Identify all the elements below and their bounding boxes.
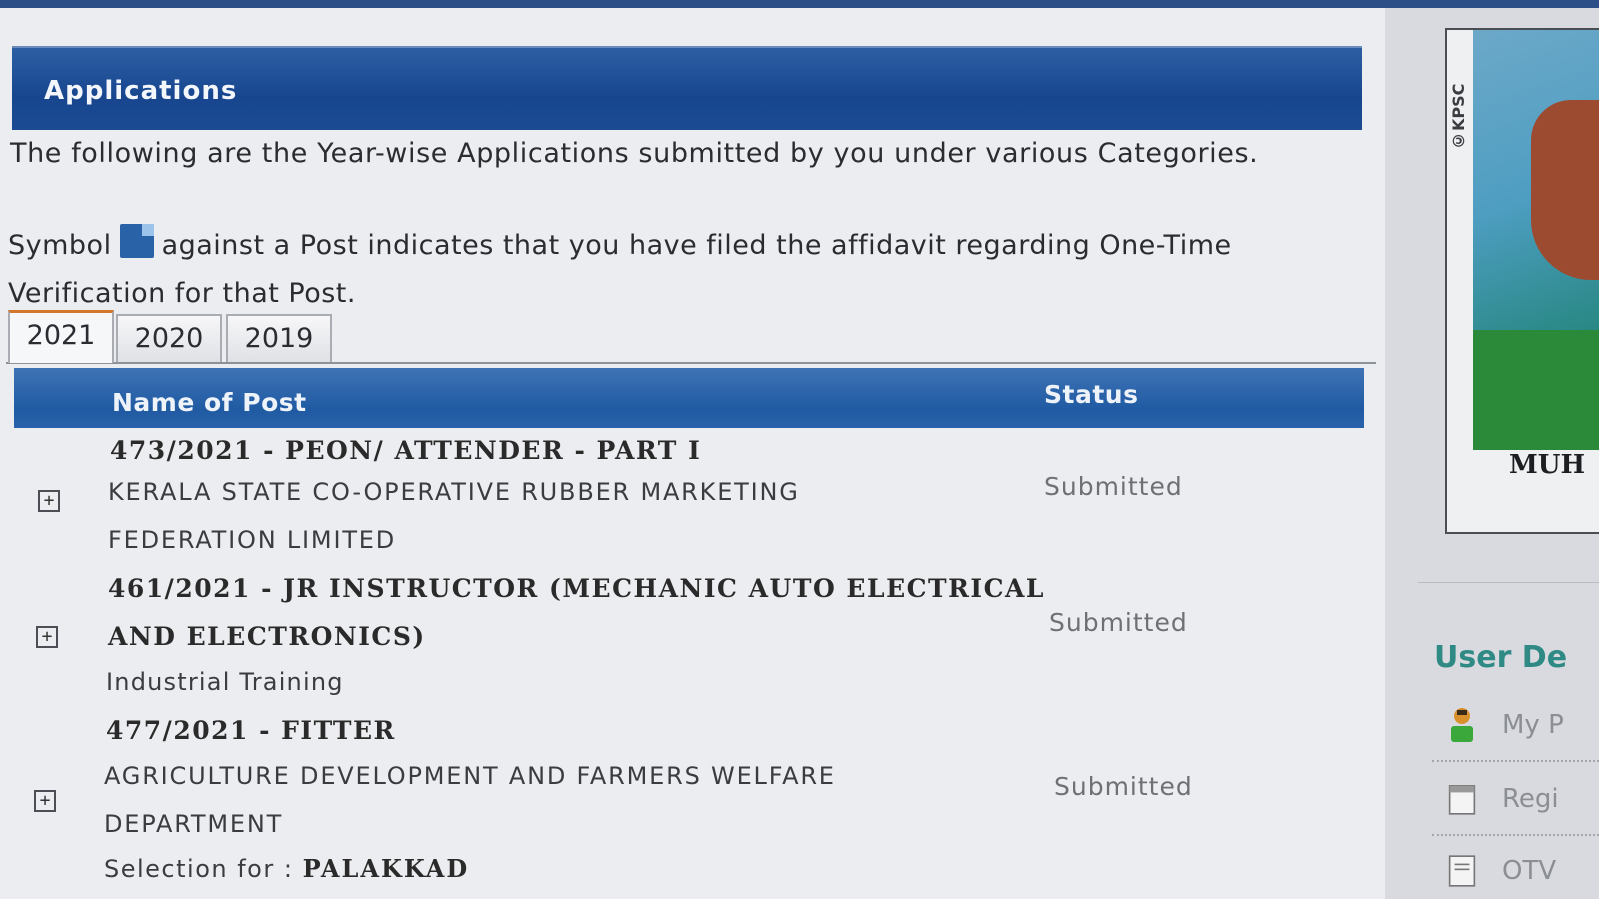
sidebar-item-label: My P bbox=[1502, 710, 1564, 740]
year-tabs: 2021 2020 2019 bbox=[6, 310, 1376, 364]
intro-text: The following are the Year-wise Applicat… bbox=[10, 138, 1259, 169]
tab-2020[interactable]: 2020 bbox=[116, 314, 222, 362]
calendar-icon bbox=[1448, 784, 1476, 815]
post-title: 477/2021 - FITTER bbox=[106, 716, 396, 745]
department-line: KERALA STATE CO-OPERATIVE RUBBER MARKETI… bbox=[108, 478, 800, 506]
post-title: 461/2021 - JR INSTRUCTOR (MECHANIC AUTO … bbox=[108, 574, 1045, 603]
menu-divider bbox=[1432, 834, 1599, 836]
selection-district: PALAKKAD bbox=[302, 854, 470, 883]
symbol-suffix: against a Post indicates that you have f… bbox=[8, 230, 1232, 309]
table-row: + 477/2021 - FITTER AGRICULTURE DEVELOPM… bbox=[14, 714, 1364, 899]
user-details-heading: User De bbox=[1434, 640, 1568, 675]
status-text: Submitted bbox=[1054, 772, 1193, 801]
expand-row-icon[interactable]: + bbox=[38, 490, 60, 512]
sidebar-item-my-profile[interactable]: My P bbox=[1444, 702, 1599, 750]
tab-2019[interactable]: 2019 bbox=[226, 314, 332, 362]
expand-row-icon[interactable]: + bbox=[34, 790, 56, 812]
user-icon bbox=[1451, 708, 1473, 742]
affidavit-document-icon bbox=[119, 224, 154, 258]
profile-photo-card: ©KPSC MUH bbox=[1445, 28, 1599, 534]
department-line: AGRICULTURE DEVELOPMENT AND FARMERS WELF… bbox=[104, 762, 836, 790]
status-text: Submitted bbox=[1049, 608, 1188, 637]
page-title: Applications bbox=[44, 76, 238, 106]
profile-photo bbox=[1473, 30, 1599, 450]
menu-divider bbox=[1432, 760, 1599, 762]
table-row: + 473/2021 - PEON/ ATTENDER - PART I KER… bbox=[14, 432, 1364, 562]
sidebar-item-registration[interactable]: Regi bbox=[1444, 776, 1599, 824]
symbol-explanation: Symbol against a Post indicates that you … bbox=[8, 222, 1328, 318]
post-title-continued: AND ELECTRONICS) bbox=[108, 622, 426, 651]
department-line: DEPARTMENT bbox=[104, 810, 284, 838]
profile-name: MUH bbox=[1509, 450, 1586, 480]
selection-line: Selection for : PALAKKAD bbox=[104, 854, 469, 883]
column-header-status: Status bbox=[1044, 380, 1139, 409]
sidebar-item-label: Regi bbox=[1502, 784, 1559, 814]
symbol-prefix: Symbol bbox=[8, 230, 112, 261]
status-text: Submitted bbox=[1044, 472, 1183, 501]
photo-watermark: ©KPSC bbox=[1449, 83, 1468, 150]
tab-2021[interactable]: 2021 bbox=[8, 310, 114, 363]
panel-header: Applications bbox=[12, 46, 1362, 130]
expand-row-icon[interactable]: + bbox=[36, 626, 58, 648]
sidebar-item-otv[interactable]: OTV bbox=[1444, 848, 1599, 896]
top-strip bbox=[0, 0, 1599, 8]
document-icon bbox=[1448, 855, 1476, 887]
table-row: + 461/2021 - JR INSTRUCTOR (MECHANIC AUT… bbox=[14, 568, 1364, 708]
sidebar-divider bbox=[1418, 582, 1599, 583]
department-line: Industrial Training bbox=[106, 668, 344, 696]
post-title: 473/2021 - PEON/ ATTENDER - PART I bbox=[110, 436, 702, 465]
selection-label: Selection for : bbox=[104, 855, 294, 883]
column-header-name: Name of Post bbox=[112, 388, 307, 417]
table-header: Name of Post Status bbox=[14, 368, 1364, 428]
sidebar-item-label: OTV bbox=[1502, 856, 1557, 886]
department-line: FEDERATION LIMITED bbox=[108, 526, 397, 554]
